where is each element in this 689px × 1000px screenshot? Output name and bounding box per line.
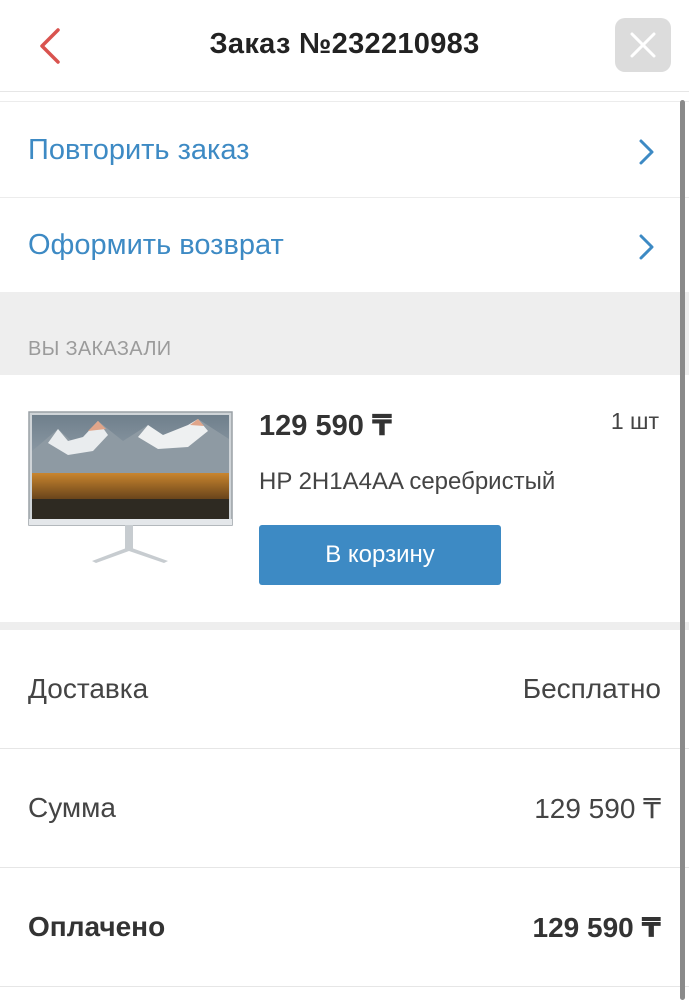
return-order-row[interactable]: Оформить возврат	[0, 198, 689, 293]
chevron-right-icon	[639, 234, 654, 260]
sum-value: 129 590 ₸	[534, 793, 661, 824]
sum-row: Сумма 129 590 ₸	[0, 749, 689, 868]
product-card: 129 590 ₸ 1 шт HP 2H1A4AA серебристый В …	[0, 375, 689, 622]
repeat-order-label: Повторить заказ	[28, 134, 250, 166]
product-name[interactable]: HP 2H1A4AA серебристый	[259, 468, 555, 496]
add-to-cart-button[interactable]: В корзину	[259, 525, 501, 585]
delivery-value: Бесплатно	[522, 673, 661, 704]
close-button[interactable]	[615, 18, 671, 72]
delivery-label: Доставка	[28, 673, 149, 704]
paid-row: Оплачено 129 590 ₸	[0, 868, 689, 987]
paid-label: Оплачено	[28, 911, 166, 942]
section-divider	[0, 622, 689, 630]
close-icon	[630, 32, 656, 58]
delivery-row: Доставка Бесплатно	[0, 630, 689, 749]
product-quantity: 1 шт	[610, 408, 659, 434]
ordered-section-header: ВЫ ЗАКАЗАЛИ	[0, 292, 689, 375]
header-spacer	[0, 92, 689, 102]
chevron-right-icon	[639, 139, 654, 165]
section-title: ВЫ ЗАКАЗАЛИ	[28, 338, 172, 360]
return-order-label: Оформить возврат	[28, 229, 284, 261]
top-bar: Заказ №232210983	[0, 0, 689, 92]
scrollbar[interactable]	[680, 100, 685, 1000]
product-price: 129 590 ₸	[259, 410, 393, 442]
sum-label: Сумма	[28, 792, 116, 823]
monitor-image[interactable]	[28, 411, 233, 571]
paid-value: 129 590 ₸	[532, 912, 661, 943]
page-title: Заказ №232210983	[209, 28, 480, 60]
repeat-order-row[interactable]: Повторить заказ	[0, 103, 689, 198]
